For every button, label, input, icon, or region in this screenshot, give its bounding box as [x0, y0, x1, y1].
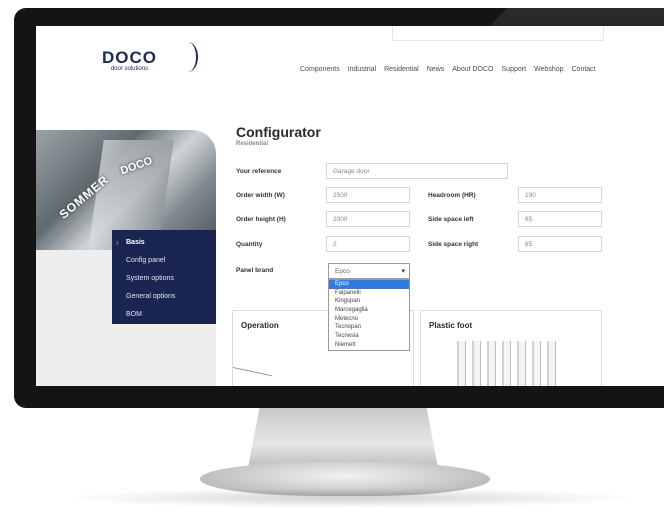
monitor-screen: DOCO door solutions Components Industria… — [36, 26, 664, 386]
order-width-label: Order width (W) — [236, 192, 285, 199]
panel-brand-select[interactable]: Epco ▾ — [328, 263, 410, 279]
config-sidebar: › Basis Config panel System options Gene… — [112, 230, 216, 324]
page-title: Configurator — [236, 124, 321, 140]
panel-brand-label: Panel brand — [236, 267, 274, 274]
reference-input[interactable]: Garage door — [326, 163, 508, 179]
nav-components[interactable]: Components — [300, 66, 340, 73]
nav-contact[interactable]: Contact — [572, 66, 596, 73]
plastic-foot-image — [451, 341, 561, 386]
reference-label: Your reference — [236, 168, 282, 175]
operation-card-title: Operation — [241, 321, 279, 330]
page-subtitle: Residential — [236, 141, 269, 147]
sidebar-item-label: General options — [126, 293, 176, 300]
side-space-right-input[interactable]: 85 — [518, 236, 602, 252]
plastic-foot-card: Plastic foot — [420, 310, 602, 386]
panel-brand-selected-value: Epco — [335, 268, 350, 275]
sidebar-item-config-panel[interactable]: Config panel — [112, 252, 216, 270]
nav-news[interactable]: News — [427, 66, 445, 73]
sidebar-item-label: System options — [126, 275, 174, 282]
option-niemelt[interactable]: Niemelt — [329, 341, 409, 350]
option-kingspan[interactable]: Kingspan — [329, 297, 409, 306]
logo-arc-mark — [178, 42, 198, 72]
chevron-right-icon: › — [116, 238, 119, 247]
option-tecnopan[interactable]: Tecnopan — [329, 323, 409, 332]
sidebar-item-bom[interactable]: BOM — [112, 306, 216, 324]
order-height-input[interactable]: 2000 — [326, 211, 410, 227]
monitor-shadow — [60, 488, 640, 508]
option-metecno[interactable]: Metecno — [329, 315, 409, 324]
logo-wordmark: DOCO — [102, 48, 157, 67]
monitor-stand-neck — [248, 408, 438, 468]
nav-residential[interactable]: Residential — [384, 66, 419, 73]
option-tecnesia[interactable]: Tecnesia — [329, 332, 409, 341]
quantity-input[interactable]: 2 — [326, 236, 410, 252]
headroom-label: Headroom (HR) — [428, 192, 476, 199]
sidebar-item-basis[interactable]: › Basis — [112, 234, 216, 252]
headroom-input[interactable]: 190 — [518, 187, 602, 203]
quantity-label: Quantity — [236, 241, 263, 248]
nav-support[interactable]: Support — [502, 66, 527, 73]
sidebar-item-system-options[interactable]: System options — [112, 270, 216, 288]
side-space-left-input[interactable]: 85 — [518, 211, 602, 227]
order-height-label: Order height (H) — [236, 216, 286, 223]
option-marcegaglia[interactable]: Marcegaglia — [329, 306, 409, 315]
operation-diagram-line — [232, 367, 273, 377]
nav-webshop[interactable]: Webshop — [534, 66, 563, 73]
nav-about[interactable]: About DOCO — [452, 66, 493, 73]
main-navigation: Components Industrial Residential News A… — [300, 66, 596, 73]
chevron-down-icon: ▾ — [401, 268, 405, 275]
top-utility-bar — [392, 26, 604, 41]
sidebar-item-label: Config panel — [126, 257, 166, 264]
order-width-input[interactable]: 2500 — [326, 187, 410, 203]
option-epco[interactable]: Epco — [329, 280, 409, 289]
panel-brand-options: Epco Falpanelli Kingspan Marcegaglia Met… — [328, 279, 410, 351]
doco-logo[interactable]: DOCO door solutions — [102, 42, 198, 72]
side-space-right-label: Side space right — [428, 241, 479, 248]
option-falpanelli[interactable]: Falpanelli — [329, 289, 409, 298]
plastic-foot-card-title: Plastic foot — [429, 321, 473, 330]
sidebar-item-general-options[interactable]: General options — [112, 288, 216, 306]
side-space-left-label: Side space left — [428, 216, 474, 223]
sidebar-item-label: BOM — [126, 311, 142, 318]
nav-industrial[interactable]: Industrial — [348, 66, 376, 73]
sidebar-item-label: Basis — [126, 239, 145, 246]
